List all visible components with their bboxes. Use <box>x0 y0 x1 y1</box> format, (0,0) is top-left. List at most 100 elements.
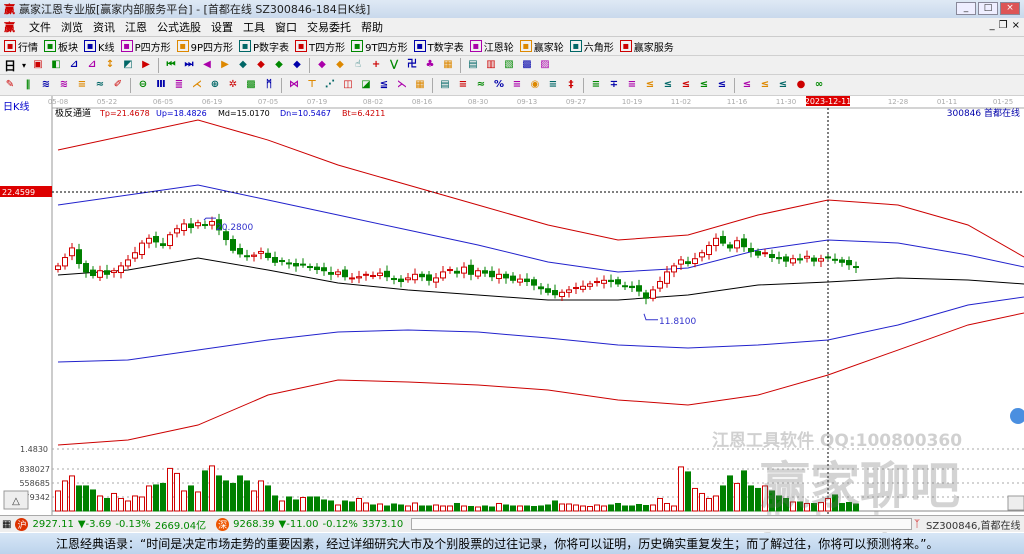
right-icon[interactable]: ▶ <box>219 59 231 71</box>
n2-icon[interactable]: ≣ <box>173 79 185 91</box>
tri-icon[interactable]: ≤ <box>644 79 656 91</box>
first-icon[interactable]: ⏮ <box>165 59 177 71</box>
menu-5[interactable]: 设置 <box>211 19 233 35</box>
mdi-restore-button[interactable]: ❐ <box>999 20 1008 31</box>
close-button[interactable]: × <box>1000 2 1020 15</box>
indicator2-icon[interactable]: ⊿ <box>68 59 80 71</box>
gann-fan2-icon[interactable]: ≋ <box>58 79 70 91</box>
ratio-icon[interactable]: ≡ <box>511 79 523 91</box>
arc-icon[interactable]: ≈ <box>94 79 106 91</box>
left-icon[interactable]: ◀ <box>201 59 213 71</box>
menu-9[interactable]: 帮助 <box>361 19 383 35</box>
toolbar-button-12[interactable]: ▪ 赢家服务 <box>619 39 674 54</box>
signal-icon[interactable]: ⋁ <box>388 59 400 71</box>
scroll-right-button[interactable] <box>1007 495 1024 511</box>
speed-icon[interactable]: ▤ <box>439 79 451 91</box>
toolbar-button-4[interactable]: ▪ 9P四方形 <box>176 39 233 54</box>
angle2-icon[interactable]: ≤ <box>680 79 692 91</box>
calendar-icon[interactable]: ▦ <box>442 59 454 71</box>
toolbar-button-6[interactable]: ▪ T四方形 <box>295 39 345 54</box>
rect-icon[interactable]: ◪ <box>360 79 372 91</box>
angle7-icon[interactable]: ≤ <box>777 79 789 91</box>
toolbar-button-10[interactable]: ▪ 赢家轮 <box>519 39 564 54</box>
fib2-icon[interactable]: ∓ <box>608 79 620 91</box>
text-icon[interactable]: ◉ <box>529 79 541 91</box>
angle4-icon[interactable]: ≤ <box>716 79 728 91</box>
toolbar-button-3[interactable]: ▪ P四方形 <box>120 39 171 54</box>
fork-icon[interactable]: ≡ <box>76 79 88 91</box>
angle5-icon[interactable]: ≤ <box>741 79 753 91</box>
holiday-icon[interactable]: 卍 <box>406 59 418 71</box>
drop-icon[interactable]: ≡ <box>626 79 638 91</box>
percent-icon[interactable]: ≡ <box>547 79 559 91</box>
vbar-icon[interactable]: % <box>493 79 505 91</box>
gold-icon[interactable]: ≤ <box>662 79 674 91</box>
toolbar-button-8[interactable]: ▪ T数字表 <box>413 39 464 54</box>
globe-icon[interactable]: ● <box>795 79 807 91</box>
num-icon[interactable]: ♣ <box>424 59 436 71</box>
menu-0[interactable]: 文件 <box>29 19 51 35</box>
menu-3[interactable]: 江恩 <box>125 19 147 35</box>
circle-icon[interactable]: ⊖ <box>137 79 149 91</box>
parallel-icon[interactable]: Ⅲ <box>155 79 167 91</box>
angle-icon[interactable]: ⋌ <box>191 79 203 91</box>
menu-2[interactable]: 资讯 <box>93 19 115 35</box>
zoom6-icon[interactable]: ◆ <box>334 59 346 71</box>
book-icon[interactable]: ▥ <box>485 59 497 71</box>
hand-icon[interactable]: ☝ <box>352 59 364 71</box>
save-icon[interactable]: ▧ <box>503 59 515 71</box>
horizontal-scrollbar[interactable] <box>411 518 912 530</box>
menu-1[interactable]: 浏览 <box>61 19 83 35</box>
menu-7[interactable]: 窗口 <box>275 19 297 35</box>
side-panel-button[interactable] <box>1010 408 1024 424</box>
eraser-icon[interactable]: ✐ <box>112 79 124 91</box>
target-icon[interactable]: ⊕ <box>209 79 221 91</box>
toolbar-button-0[interactable]: ▪ 行情 <box>4 39 38 54</box>
zoom1-icon[interactable]: ◆ <box>237 59 249 71</box>
chart-type-icon[interactable]: ▣ <box>32 59 44 71</box>
menu-4[interactable]: 公式选股 <box>157 19 201 35</box>
toolbar-button-9[interactable]: ▪ 江恩轮 <box>469 39 514 54</box>
menu-8[interactable]: 交易委托 <box>307 19 351 35</box>
fan-icon[interactable]: ≦ <box>378 79 390 91</box>
toolbar-button-5[interactable]: ▪ P数字表 <box>239 39 289 54</box>
coin-icon[interactable]: ≡ <box>590 79 602 91</box>
hex-icon[interactable]: ⋋ <box>396 79 408 91</box>
period-select[interactable]: 日 <box>4 57 16 74</box>
indicator3-icon[interactable]: ⊿ <box>86 59 98 71</box>
network-icon[interactable]: ▩ <box>521 59 533 71</box>
zoom3-icon[interactable]: ◆ <box>273 59 285 71</box>
minimize-button[interactable]: _ <box>956 2 976 15</box>
zoom4-icon[interactable]: ◆ <box>291 59 303 71</box>
infinity-icon[interactable]: ∞ <box>813 79 825 91</box>
angle6-icon[interactable]: ≤ <box>759 79 771 91</box>
kline-chart[interactable]: 日K线 05-08 05-22 06-05 06-19 07-05 07-19 08-02 08… <box>0 96 1024 515</box>
last-icon[interactable]: ⏭ <box>183 59 195 71</box>
calc-icon[interactable]: ▤ <box>467 59 479 71</box>
zoom5-icon[interactable]: ◆ <box>316 59 328 71</box>
mdi-minimize-button[interactable]: _ <box>990 20 995 31</box>
toolbar-button-7[interactable]: ▪ 9T四方形 <box>351 39 408 54</box>
menu-6[interactable]: 工具 <box>243 19 265 35</box>
crosshair-icon[interactable]: + <box>370 59 382 71</box>
box2-icon[interactable]: ▦ <box>414 79 426 91</box>
hbar-icon[interactable]: ≈ <box>475 79 487 91</box>
mdi-close-button[interactable]: × <box>1012 20 1020 31</box>
time-icon[interactable]: ⋈ <box>288 79 300 91</box>
vline-icon[interactable]: ≡ <box>457 79 469 91</box>
angle3-icon[interactable]: ≤ <box>698 79 710 91</box>
data-icon[interactable]: ◧ <box>50 59 62 71</box>
chevron-down-icon[interactable]: ▾ <box>22 61 26 70</box>
zoom2-icon[interactable]: ◆ <box>255 59 267 71</box>
box-icon[interactable]: ▩ <box>245 79 257 91</box>
pen-icon[interactable]: ✎ <box>4 79 16 91</box>
star-icon[interactable]: ✲ <box>227 79 239 91</box>
cycle-icon[interactable]: ⊤ <box>306 79 318 91</box>
connect-icon[interactable]: ▨ <box>539 59 551 71</box>
toolbar-button-2[interactable]: ▪ K线 <box>84 39 115 54</box>
fib-icon[interactable]: ‡ <box>565 79 577 91</box>
gann-fan-icon[interactable]: ≋ <box>40 79 52 91</box>
cursor-icon[interactable]: ↕ <box>104 59 116 71</box>
flag-icon[interactable]: ▶ <box>140 59 152 71</box>
lines-icon[interactable]: ‖ <box>22 79 34 91</box>
